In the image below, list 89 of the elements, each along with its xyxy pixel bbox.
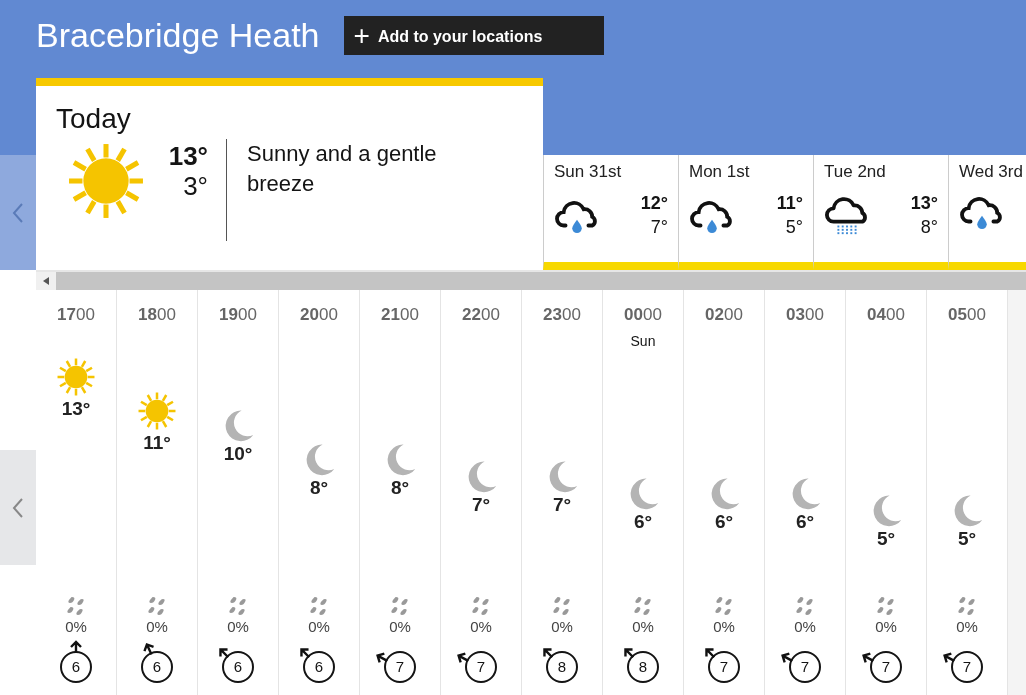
precipitation-chance: 0% bbox=[308, 617, 330, 637]
wind-speed: 8 bbox=[627, 651, 659, 683]
wind-speed: 7 bbox=[708, 651, 740, 683]
wind-speed: 6 bbox=[303, 651, 335, 683]
hour-time: 2000 bbox=[300, 304, 338, 326]
wind-speed: 7 bbox=[870, 651, 902, 683]
precipitation-chance: 0% bbox=[470, 617, 492, 637]
chevron-left-icon bbox=[12, 496, 24, 519]
day-tab[interactable]: Mon 1st 11° 5° bbox=[678, 155, 813, 270]
location-title: Bracebridge Heath bbox=[36, 15, 320, 56]
low-temperature: 5° bbox=[784, 216, 803, 239]
day-tab[interactable]: Sun 31st 12° 7° bbox=[543, 155, 678, 270]
low-temperature: 7° bbox=[649, 216, 668, 239]
precipitation-chance: 0% bbox=[794, 617, 816, 637]
high-temperature: 11° bbox=[776, 192, 803, 215]
temperature: 5° bbox=[876, 528, 896, 550]
temperature: 6° bbox=[633, 511, 653, 533]
day-tab[interactable]: Wed 3rd bbox=[948, 155, 1026, 270]
day-tab[interactable]: Tue 2nd 13° 8° bbox=[813, 155, 948, 270]
precipitation-chance: 0% bbox=[389, 617, 411, 637]
wind-speed: 7 bbox=[465, 651, 497, 683]
day-label: Sun 31st bbox=[554, 161, 623, 183]
precipitation-chance: 0% bbox=[65, 617, 87, 637]
hour-time: 0400 bbox=[867, 304, 905, 326]
precipitation-chance: 0% bbox=[875, 617, 897, 637]
precipitation-chance: 0% bbox=[632, 617, 654, 637]
triangle-left-icon bbox=[43, 277, 49, 285]
temperature: 8° bbox=[390, 477, 410, 499]
hour-time: 0300 bbox=[786, 304, 824, 326]
precipitation-chance: 0% bbox=[146, 617, 168, 637]
wind-speed: 7 bbox=[789, 651, 821, 683]
wind-speed: 7 bbox=[384, 651, 416, 683]
previous-button[interactable] bbox=[0, 450, 36, 565]
raindrops-icon bbox=[390, 595, 410, 617]
today-card[interactable]: Today 13° 3° Sunny and a gentle breeze bbox=[36, 78, 543, 270]
temperature: 11° bbox=[143, 432, 171, 454]
precipitation-chance: 0% bbox=[551, 617, 573, 637]
previous-button[interactable] bbox=[0, 155, 36, 270]
hour-time: 1800 bbox=[138, 304, 176, 326]
sun-icon bbox=[55, 356, 97, 398]
wind-speed: 6 bbox=[60, 651, 92, 683]
raindrops-icon bbox=[309, 595, 329, 617]
high-temperature: 12° bbox=[640, 192, 668, 215]
chevron-left-icon bbox=[12, 201, 24, 224]
raindrops-icon bbox=[795, 595, 815, 617]
temperature: 7° bbox=[552, 494, 572, 516]
hour-time: 2100 bbox=[381, 304, 419, 326]
wind-speed: 6 bbox=[222, 651, 254, 683]
low-temperature: 3° bbox=[182, 171, 208, 201]
hour-time: 0200 bbox=[705, 304, 743, 326]
wind-speed: 7 bbox=[951, 651, 983, 683]
day-label: Wed 3rd bbox=[959, 161, 1024, 183]
precipitation-chance: 0% bbox=[956, 617, 978, 637]
raindrops-icon bbox=[714, 595, 734, 617]
hour-time: 1900 bbox=[219, 304, 257, 326]
raindrops-icon bbox=[228, 595, 248, 617]
raindrops-icon bbox=[633, 595, 653, 617]
high-temperature: 13° bbox=[910, 192, 938, 215]
raindrops-icon bbox=[66, 595, 86, 617]
precipitation-chance: 0% bbox=[227, 617, 249, 637]
temperature: 8° bbox=[309, 477, 329, 499]
weather-description: Sunny and a gentle breeze bbox=[247, 140, 438, 198]
day-label: Tue 2nd bbox=[824, 161, 887, 183]
raindrops-icon bbox=[552, 595, 572, 617]
raindrops-icon bbox=[471, 595, 491, 617]
temperature: 10° bbox=[223, 443, 253, 465]
low-temperature: 8° bbox=[919, 216, 938, 239]
temperature: 6° bbox=[714, 511, 734, 533]
temperature: 13° bbox=[61, 398, 91, 420]
horizontal-scrollbar[interactable] bbox=[36, 270, 1026, 290]
hour-time: 0500 bbox=[948, 304, 986, 326]
raindrops-icon bbox=[147, 595, 167, 617]
precipitation-chance: 0% bbox=[713, 617, 735, 637]
temperature: 7° bbox=[471, 494, 491, 516]
day-label: Mon 1st bbox=[689, 161, 751, 183]
day-label: Sun bbox=[630, 332, 656, 350]
high-temperature: 13° bbox=[167, 141, 208, 171]
raindrops-icon bbox=[876, 595, 896, 617]
hour-time: 2300 bbox=[543, 304, 581, 326]
raindrops-icon bbox=[957, 595, 977, 617]
temperature: 6° bbox=[795, 511, 815, 533]
temperature: 5° bbox=[957, 528, 977, 550]
wind-speed: 8 bbox=[546, 651, 578, 683]
sun-icon bbox=[136, 390, 178, 432]
hour-time: 2200 bbox=[462, 304, 500, 326]
hour-time: 1700 bbox=[57, 304, 95, 326]
today-label: Today bbox=[56, 104, 132, 134]
hour-time: 0000 bbox=[624, 304, 662, 326]
wind-speed: 6 bbox=[141, 651, 173, 683]
